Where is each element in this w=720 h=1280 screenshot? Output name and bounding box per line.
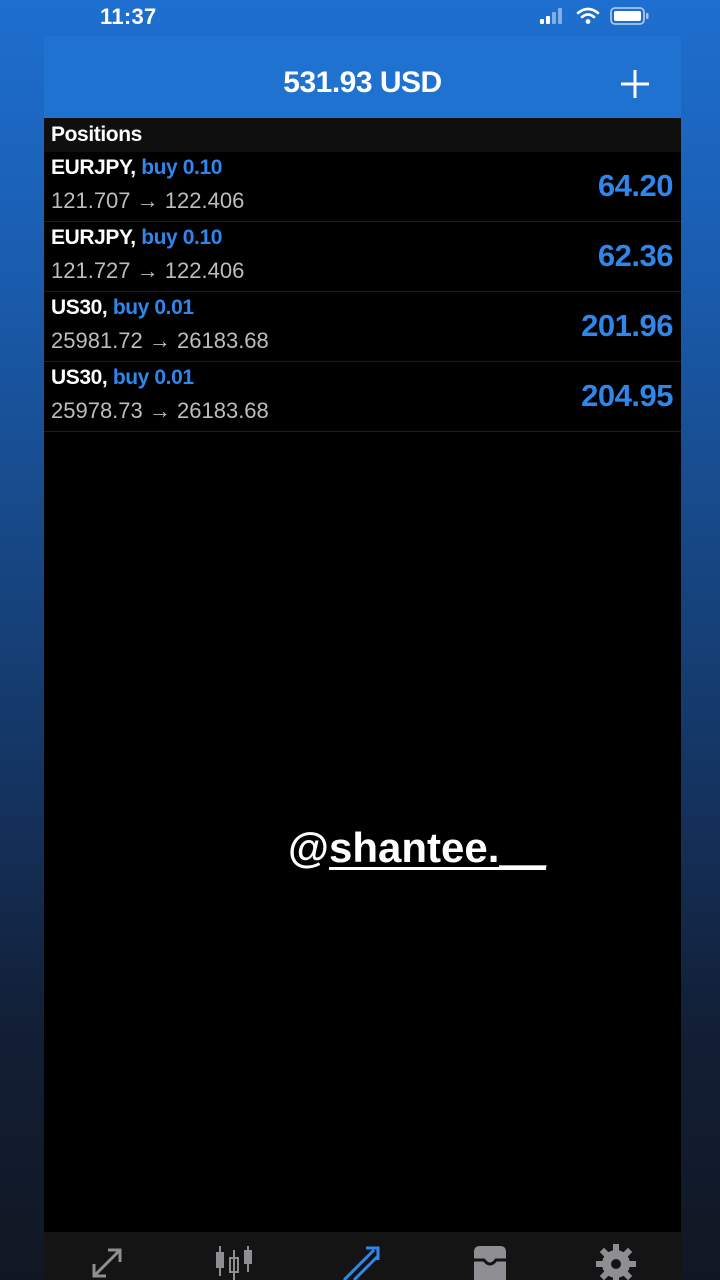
position-prices: 121.727 → 122.406 — [51, 258, 244, 284]
position-side: buy 0.10 — [141, 226, 223, 249]
position-title: US30, buy 0.01 — [51, 296, 194, 320]
tab-bar — [44, 1232, 681, 1280]
position-side: buy 0.01 — [112, 296, 194, 319]
quotes-icon — [92, 1248, 122, 1278]
position-side: buy 0.10 — [141, 156, 223, 179]
position-profit: 62.36 — [597, 238, 674, 273]
position-profit: 64.20 — [597, 168, 674, 203]
position-symbol: EURJPY, — [51, 156, 136, 179]
trade-icon — [342, 1246, 380, 1280]
battery-icon — [610, 6, 650, 31]
tab-history[interactable] — [468, 1242, 512, 1280]
position-row[interactable]: EURJPY, buy 0.10 121.727 → 122.406 62.36 — [44, 222, 681, 292]
history-icon — [474, 1246, 506, 1280]
position-row[interactable]: US30, buy 0.01 25981.72 → 26183.68 201.9… — [44, 292, 681, 362]
tab-chart[interactable] — [212, 1242, 256, 1280]
arrow-icon: → — [148, 328, 171, 353]
position-profit: 201.96 — [581, 308, 673, 343]
position-prices: 25981.72 → 26183.68 — [51, 328, 269, 354]
signal-icon — [540, 7, 566, 29]
settings-icon — [596, 1244, 636, 1280]
tab-quotes[interactable] — [86, 1242, 130, 1280]
arrow-icon: → — [148, 398, 171, 423]
position-side: buy 0.01 — [112, 366, 194, 389]
chart-icon — [216, 1246, 252, 1280]
position-symbol: US30, — [51, 296, 108, 319]
position-prices: 121.707 → 122.406 — [51, 188, 244, 214]
positions-list: EURJPY, buy 0.10 121.707 → 122.406 64.20… — [44, 152, 681, 432]
app-header: 531.93 USD — [44, 36, 681, 118]
username-watermark: @shantee.__ — [288, 824, 546, 872]
app-frame: 531.93 USD Positions EURJPY, buy 0.10 12… — [44, 36, 681, 1232]
current-price: 122.406 — [164, 188, 245, 213]
position-symbol: US30, — [51, 366, 108, 389]
open-price: 121.707 — [51, 188, 131, 213]
status-icons — [540, 6, 650, 30]
position-symbol: EURJPY, — [51, 226, 136, 249]
open-price: 25978.73 — [51, 398, 143, 423]
watermark-at: @ — [288, 824, 329, 871]
position-prices: 25978.73 → 26183.68 — [51, 398, 269, 424]
position-title: EURJPY, buy 0.10 — [51, 156, 222, 180]
watermark-name: shantee.__ — [328, 824, 547, 871]
current-price: 26183.68 — [177, 398, 269, 423]
plus-icon — [621, 70, 649, 98]
position-profit: 204.95 — [581, 378, 673, 413]
account-balance: 531.93 USD — [283, 66, 442, 99]
position-title: US30, buy 0.01 — [51, 366, 194, 390]
arrow-icon: → — [136, 258, 159, 283]
open-price: 25981.72 — [51, 328, 143, 353]
status-bar: 11:37 — [0, 0, 720, 36]
position-row[interactable]: US30, buy 0.01 25978.73 → 26183.68 204.9… — [44, 362, 681, 432]
status-time: 11:37 — [100, 4, 157, 29]
section-title: Positions — [51, 123, 142, 146]
current-price: 26183.68 — [177, 328, 269, 353]
arrow-icon: → — [136, 188, 159, 213]
tab-settings[interactable] — [594, 1242, 638, 1280]
current-price: 122.406 — [164, 258, 245, 283]
positions-section-header: Positions — [44, 118, 681, 152]
position-row[interactable]: EURJPY, buy 0.10 121.707 → 122.406 64.20 — [44, 152, 681, 222]
add-position-button[interactable] — [617, 66, 653, 102]
position-title: EURJPY, buy 0.10 — [51, 226, 222, 250]
tab-trade[interactable] — [340, 1242, 384, 1280]
open-price: 121.727 — [51, 258, 131, 283]
wifi-icon — [576, 7, 600, 30]
